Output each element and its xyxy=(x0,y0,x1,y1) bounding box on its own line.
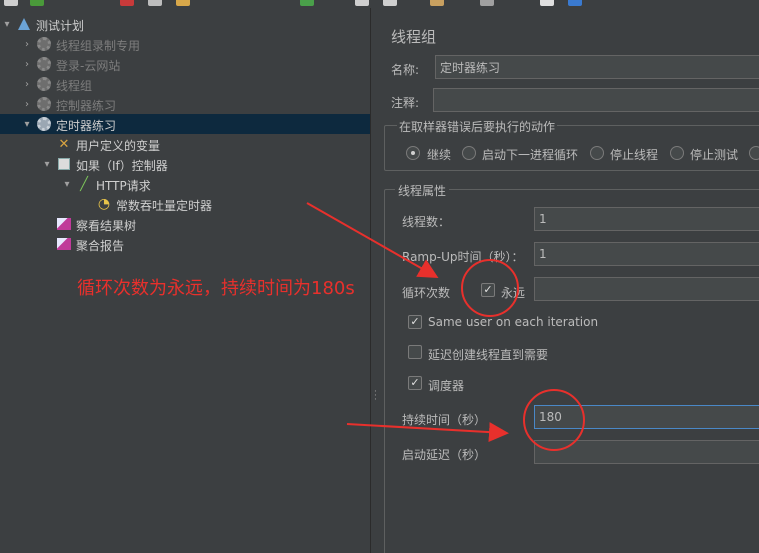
paste-icon[interactable] xyxy=(176,0,190,6)
scheduler-label: 调度器 xyxy=(428,379,465,393)
duration-label: 持续时间（秒） xyxy=(402,413,487,427)
listener-icon xyxy=(56,216,72,232)
tree-item-label: 测试计划 xyxy=(36,19,85,33)
chevron-down-icon[interactable]: ▾ xyxy=(62,174,72,194)
threads-field[interactable]: 1 xyxy=(534,207,759,231)
delay-thread-checkbox[interactable] xyxy=(408,345,422,359)
radio-stop-thread[interactable] xyxy=(590,146,604,160)
radio-continue-label: 继续 xyxy=(427,148,452,162)
cut-icon[interactable] xyxy=(120,0,134,6)
tree-item-label: 聚合报告 xyxy=(76,239,125,253)
templates-icon[interactable] xyxy=(30,0,44,6)
startup-delay-field[interactable] xyxy=(534,440,759,464)
tree-item-label: 线程组 xyxy=(56,79,93,93)
rampup-field[interactable]: 1 xyxy=(534,242,759,266)
radio-stop-thread-label: 停止线程 xyxy=(610,148,659,162)
tree-item-label: 察看结果树 xyxy=(76,219,137,233)
listener-icon xyxy=(56,236,72,252)
rampup-label: Ramp-Up时间（秒）： xyxy=(402,250,524,264)
name-label: 名称: xyxy=(391,63,420,77)
thread-group-panel: 线程组 名称: 定时器练习 注释: 在取样器错误后要执行的动作 继续 启动下一进… xyxy=(381,8,759,553)
delay-thread-label: 延迟创建线程直到需要 xyxy=(428,348,549,362)
function-helper-icon[interactable] xyxy=(540,0,554,6)
divider-grip-icon[interactable]: · · · xyxy=(374,388,377,405)
forever-label: 永远 xyxy=(501,286,526,300)
wrench-icon: ✕ xyxy=(58,136,70,152)
start-icon[interactable] xyxy=(300,0,314,6)
tree-item-label: 定时器练习 xyxy=(56,119,117,133)
gear-icon xyxy=(36,56,52,72)
chevron-right-icon[interactable]: › xyxy=(22,74,32,94)
new-icon[interactable] xyxy=(4,0,18,6)
search-icon[interactable] xyxy=(480,0,494,6)
same-user-checkbox[interactable]: ✓ xyxy=(408,315,422,329)
tree-item[interactable]: ▾ 定时器练习 xyxy=(0,114,370,134)
tree-item-label: 常数吞吐量定时器 xyxy=(116,199,213,213)
chevron-right-icon[interactable]: › xyxy=(22,54,32,74)
shutdown-icon[interactable] xyxy=(383,0,397,6)
tree-item-label: HTTP请求 xyxy=(96,179,151,193)
chevron-right-icon[interactable]: › xyxy=(22,34,32,54)
gear-icon xyxy=(36,76,52,92)
test-plan-icon xyxy=(16,16,32,32)
tree-item-label: 控制器练习 xyxy=(56,99,117,113)
radio-stop-test[interactable] xyxy=(670,146,684,160)
toolbar xyxy=(0,0,759,8)
comment-field[interactable] xyxy=(433,88,759,112)
pipette-icon: ╱ xyxy=(80,176,88,192)
loop-count-field[interactable] xyxy=(534,277,759,301)
radio-start-next-loop-label: 启动下一进程循环 xyxy=(482,148,579,162)
same-user-label: Same user on each iteration xyxy=(428,315,599,329)
radio-continue[interactable] xyxy=(406,146,420,160)
chevron-down-icon[interactable]: ▾ xyxy=(42,154,52,174)
radio-stop-test-now[interactable] xyxy=(749,146,759,160)
split-divider[interactable] xyxy=(370,8,380,553)
name-field[interactable]: 定时器练习 xyxy=(435,55,759,79)
chevron-right-icon[interactable]: › xyxy=(22,94,32,114)
if-controller-icon xyxy=(56,156,72,172)
annotation-text: 循环次数为永远，持续时间为180s xyxy=(77,278,355,299)
loop-count-label: 循环次数 xyxy=(402,286,451,300)
forever-checkbox[interactable]: ✓ xyxy=(481,283,495,297)
duration-field[interactable]: 180 xyxy=(534,405,759,429)
thread-properties-legend: 线程属性 xyxy=(395,182,450,199)
chevron-down-icon[interactable]: ▾ xyxy=(22,114,32,134)
error-action-legend: 在取样器错误后要执行的动作 xyxy=(397,118,558,135)
tree-item-label: 线程组录制专用 xyxy=(56,39,141,53)
help-icon[interactable] xyxy=(568,0,582,6)
gear-icon xyxy=(36,36,52,52)
chevron-down-icon[interactable]: ▾ xyxy=(2,14,12,34)
threads-label: 线程数： xyxy=(402,215,451,229)
gear-icon xyxy=(36,96,52,112)
tree-item-label: 用户定义的变量 xyxy=(76,139,161,153)
stop-icon[interactable] xyxy=(355,0,369,6)
gear-icon xyxy=(36,116,52,132)
radio-stop-test-label: 停止测试 xyxy=(690,148,739,162)
clear-icon[interactable] xyxy=(430,0,444,6)
tree-item-label: 如果（If）控制器 xyxy=(76,159,168,173)
scheduler-checkbox[interactable]: ✓ xyxy=(408,376,422,390)
startup-delay-label: 启动延迟（秒） xyxy=(402,448,487,462)
comment-label: 注释: xyxy=(391,96,420,110)
timer-icon: ◔ xyxy=(97,196,111,212)
panel-title: 线程组 xyxy=(391,28,437,46)
copy-icon[interactable] xyxy=(148,0,162,6)
radio-start-next-loop[interactable] xyxy=(462,146,476,160)
tree-item-label: 登录-云网站 xyxy=(56,59,121,73)
